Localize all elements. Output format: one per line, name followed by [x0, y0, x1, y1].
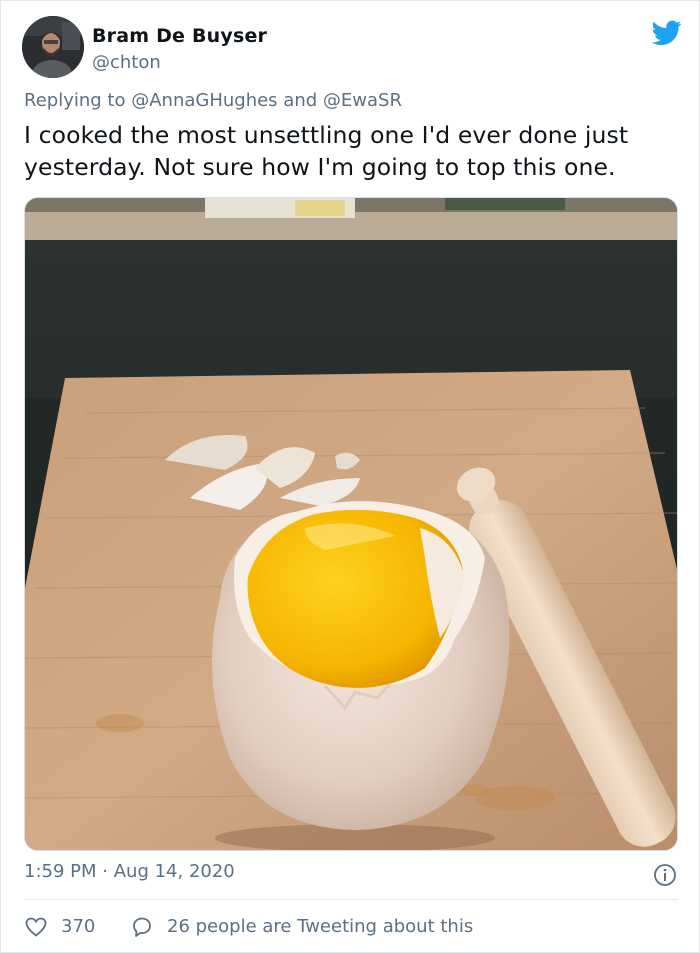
like-count: 370	[61, 916, 96, 937]
egg-photo-illustration	[25, 198, 677, 850]
reply-context: Replying to @AnnaGHughes and @EwaSR	[24, 90, 402, 111]
avatar-photo	[22, 16, 84, 78]
tweet-card: Bram De Buyser @chton Replying to @AnnaG…	[0, 0, 700, 953]
user-handle[interactable]: @chton	[92, 52, 161, 73]
avatar[interactable]	[22, 16, 84, 78]
tweet-photo[interactable]	[24, 197, 678, 851]
tweeting-about-button[interactable]: 26 people are Tweeting about this	[130, 913, 510, 941]
tweet-time[interactable]: 1:59 PM	[24, 861, 97, 882]
tweet-header: Bram De Buyser @chton	[22, 16, 682, 80]
meta-separator: ·	[102, 861, 108, 882]
tweet-date[interactable]: Aug 14, 2020	[114, 861, 235, 882]
mention-annaghughes[interactable]: @AnnaGHughes	[131, 90, 277, 111]
reply-conjunction: and	[283, 90, 318, 111]
tweet-text: I cooked the most unsettling one I'd eve…	[24, 121, 629, 181]
like-button[interactable]: 370	[24, 913, 114, 941]
twitter-bird-icon[interactable]	[652, 20, 682, 46]
info-icon[interactable]	[653, 863, 677, 887]
tweeting-about-text: 26 people are Tweeting about this	[167, 916, 474, 937]
user-name[interactable]: Bram De Buyser	[92, 25, 267, 47]
speech-bubble-icon	[133, 917, 151, 937]
tweet-timestamp[interactable]: 1:59 PM · Aug 14, 2020	[24, 861, 235, 882]
reply-prefix: Replying to	[24, 90, 126, 111]
heart-icon	[25, 917, 47, 937]
mention-ewasr[interactable]: @EwaSR	[323, 90, 402, 111]
divider	[24, 899, 678, 900]
